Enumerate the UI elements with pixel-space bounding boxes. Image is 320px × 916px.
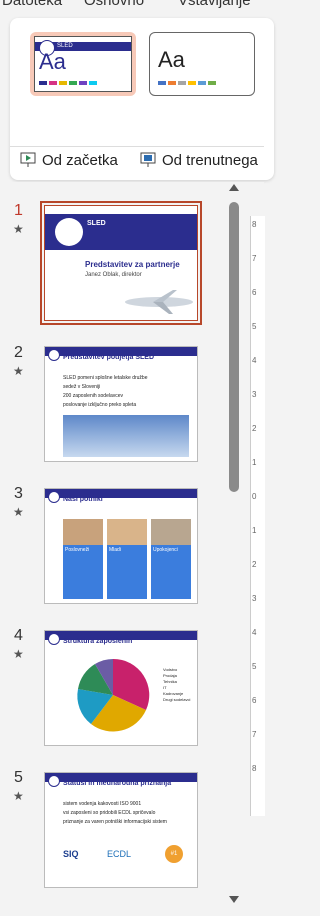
theme-color-swatches	[39, 81, 97, 85]
theme-aa-label: Aa	[158, 47, 185, 72]
ruler-tick-label: 1	[252, 458, 257, 467]
ruler-tick-label: 0	[252, 492, 257, 501]
ruler-tick-label: 8	[252, 764, 257, 773]
slide-title: Statusi in mednarodna priznanja	[63, 780, 172, 787]
slide-subtitle: Janez Oblak, direktor	[85, 272, 142, 278]
theme-color-swatches	[158, 81, 216, 85]
sky-image	[63, 415, 189, 457]
ruler-tick-label: 7	[252, 254, 257, 263]
animation-star-icon: ★	[13, 789, 24, 803]
ruler-tick-label: 5	[252, 322, 257, 331]
plane-logo-icon	[55, 218, 83, 246]
slide-bullet: sedež v Sloveniji	[63, 384, 101, 390]
ribbon-tabs: Datoteka Osnovno Vstavljanje	[0, 0, 264, 10]
ribbon-panel: SLED Aa Aa Od začetka Od trenutnega	[10, 18, 274, 180]
legend-item: Prodaja	[163, 673, 177, 678]
legend-item: Drugi sodelavci	[163, 697, 191, 702]
airplane-image	[125, 290, 193, 314]
logo-text: SLED	[87, 220, 106, 227]
vertical-ruler: 8 7 6 5 4 3 2 1 0 1 2 3 4 5 6 7 8	[250, 216, 265, 816]
animation-star-icon: ★	[13, 222, 24, 236]
traveler-card: Mladi	[107, 519, 147, 599]
slide-title: Struktura zaposlenih	[63, 638, 133, 645]
slide-number: 1	[14, 202, 23, 219]
ruler-tick-label: 5	[252, 662, 257, 671]
theme-thumbnail-current[interactable]: SLED Aa	[30, 32, 136, 96]
slide-bullet: SLED pomeni splošne letalske družbe	[63, 375, 148, 381]
ruler-tick-label: 7	[252, 730, 257, 739]
thumbnail-scrollbar[interactable]	[226, 182, 242, 912]
tab-file[interactable]: Datoteka	[2, 0, 62, 9]
theme-thumbnail-office[interactable]: Aa	[149, 32, 255, 96]
plane-logo-icon	[48, 633, 60, 645]
ruler-tick-label: 1	[252, 526, 257, 535]
scroll-up-arrow-icon[interactable]	[229, 184, 239, 191]
ruler-tick-label: 4	[252, 628, 257, 637]
award-badge-logo: #1	[165, 845, 183, 863]
slide-number: 3	[14, 485, 23, 502]
slide-bullet: vsi zaposleni so pridobili ECDL spričeva…	[63, 810, 156, 816]
slide-number: 2	[14, 344, 23, 361]
from-current-button[interactable]: Od trenutnega	[140, 150, 258, 170]
slide-thumbnail-5[interactable]: Statusi in mednarodna priznanja sistem v…	[44, 772, 198, 888]
from-beginning-label: Od začetka	[42, 151, 118, 169]
ruler-tick-label: 8	[252, 220, 257, 229]
slide-thumbnail-panel: 1 ★ SLED Predstavitev za partnerje Janez…	[0, 182, 264, 916]
ruler-tick-label: 4	[252, 356, 257, 365]
slide-bullet: sistem vodenja kakovosti ISO 9001	[63, 801, 142, 807]
ruler-tick-label: 3	[252, 594, 257, 603]
from-current-label: Od trenutnega	[162, 151, 258, 169]
tab-home[interactable]: Osnovno	[84, 0, 144, 9]
ruler-tick-label: 6	[252, 696, 257, 705]
slideshow-current-icon	[140, 152, 156, 167]
ruler-tick-label: 3	[252, 390, 257, 399]
from-beginning-button[interactable]: Od začetka	[20, 150, 118, 170]
slide-thumbnail-1[interactable]: SLED Predstavitev za partnerje Janez Obl…	[40, 201, 202, 325]
slide-number: 5	[14, 769, 23, 786]
traveler-card: Poslovneži	[63, 519, 103, 599]
slide-thumbnail-3[interactable]: Naši potniki Poslovneži Mladi Upokojenci	[44, 488, 198, 604]
legend-item: Vodstvo	[163, 667, 178, 672]
theme-aa-label: Aa	[39, 49, 66, 74]
animation-star-icon: ★	[13, 364, 24, 378]
animation-star-icon: ★	[13, 505, 24, 519]
legend-item: IT	[163, 685, 167, 690]
scrollbar-thumb[interactable]	[229, 202, 239, 492]
plane-logo-icon	[48, 491, 60, 503]
slide-bullet: 200 zaposlenih sodelavcev	[63, 393, 124, 399]
slide-thumbnail-2[interactable]: Predstavitev podjetja SLED SLED pomeni s…	[44, 346, 198, 462]
pie-chart-image	[77, 658, 150, 732]
slide-thumbnail-4[interactable]: Struktura zaposlenih Vodstvo Prodaja Teh…	[44, 630, 198, 746]
ribbon-divider	[10, 146, 264, 147]
ruler-tick-label: 2	[252, 424, 257, 433]
slide-number: 4	[14, 627, 23, 644]
ecdl-logo: ECDL	[107, 849, 132, 859]
ruler-tick-label: 2	[252, 560, 257, 569]
slide-title: Predstavitev podjetja SLED	[63, 354, 155, 361]
slide-title: Predstavitev za partnerje	[85, 260, 180, 269]
legend-item: Tehnika	[163, 679, 177, 684]
slide-title: Naši potniki	[63, 496, 103, 503]
legend-item: Kadrovanje	[163, 691, 184, 696]
animation-star-icon: ★	[13, 647, 24, 661]
slide-bullet: priznanje za varen potniški informacijsk…	[63, 819, 167, 825]
plane-logo-icon	[48, 775, 60, 787]
slide-bullet: poslovanje izključno preko spleta	[63, 402, 137, 408]
scroll-down-arrow-icon[interactable]	[229, 896, 239, 903]
plane-logo-icon	[48, 349, 60, 361]
tab-insert[interactable]: Vstavljanje	[178, 0, 251, 9]
traveler-card: Upokojenci	[151, 519, 191, 599]
slideshow-start-icon	[20, 152, 36, 167]
siq-logo: SIQ	[63, 849, 79, 859]
ruler-tick-label: 6	[252, 288, 257, 297]
